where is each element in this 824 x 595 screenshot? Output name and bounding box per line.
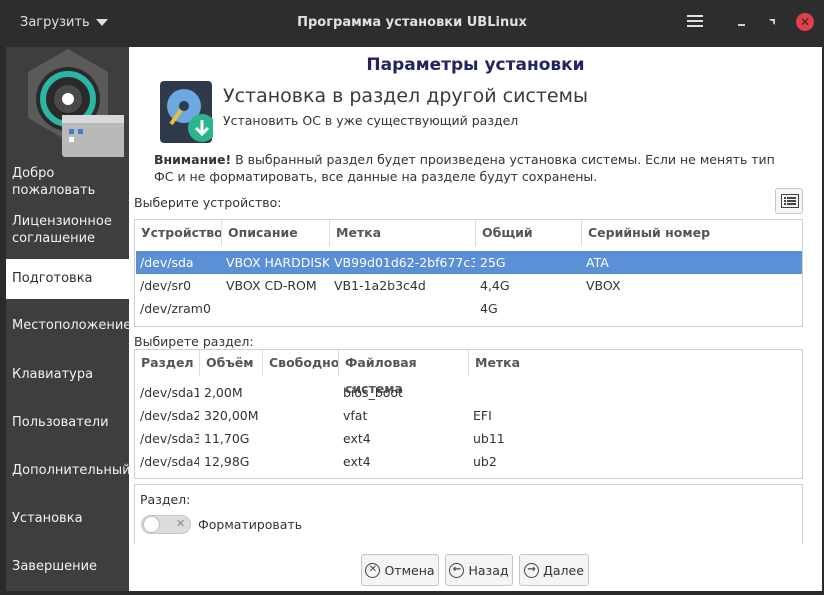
view-toggle-button[interactable]	[775, 188, 803, 214]
table-cell	[221, 297, 329, 320]
close-icon[interactable]: ✕	[796, 13, 814, 31]
table-cell: /dev/sr0	[140, 278, 192, 293]
toggle-off-icon: ✕	[176, 517, 186, 530]
table-cell: bios_boot	[343, 385, 403, 400]
column-header[interactable]: Устройство	[135, 220, 223, 246]
table-cell: 4,4G	[480, 278, 510, 293]
sidebar-item-preparation[interactable]: Подготовка	[6, 259, 129, 299]
column-header[interactable]: Свободно	[262, 350, 339, 376]
partition-label: Выбирете раздел:	[134, 334, 254, 349]
partition-options: Раздел: ✕ Форматировать	[134, 484, 803, 544]
table-cell	[581, 297, 731, 320]
warning-text: Внимание! В выбранный раздел будет произ…	[154, 151, 794, 185]
sidebar-item-additional[interactable]: Дополнительный	[6, 462, 131, 479]
column-header[interactable]: Раздел	[135, 350, 199, 376]
back-label: Назад	[468, 562, 509, 578]
table-cell: 2,00M	[204, 385, 243, 400]
maximize-icon[interactable]	[762, 12, 784, 34]
cancel-label: Отмена	[384, 562, 435, 578]
table-cell: /dev/zram0	[140, 301, 211, 316]
table-cell: 25G	[480, 255, 506, 270]
back-button[interactable]: ← Назад	[445, 554, 513, 586]
format-toggle[interactable]: ✕	[141, 515, 191, 534]
next-label: Далее	[543, 562, 584, 578]
table-cell: /dev/sda3	[140, 431, 199, 446]
title-bar: Загрузить Программа установки UBLinux ✕	[0, 0, 824, 47]
sidebar-item-welcome[interactable]: Добро пожаловать	[6, 165, 129, 199]
table-cell	[262, 450, 338, 473]
table-cell: VBOX HARDDISK	[226, 255, 329, 270]
partition-table: Раздел Объём Свободно Файловая система М…	[134, 349, 803, 479]
table-cell: ub11	[473, 431, 505, 446]
subheading: Установить ОС в уже существующий раздел	[223, 113, 519, 128]
table-cell: vfat	[343, 408, 368, 423]
table-cell: ATA	[586, 255, 609, 270]
column-header[interactable]: Общий размер	[475, 220, 581, 266]
device-label: Выберите устройство:	[134, 195, 282, 210]
table-cell: VBOX	[586, 278, 621, 293]
table-cell: ub2	[473, 454, 497, 469]
warning-body: В выбранный раздел будет произведена уст…	[154, 152, 775, 184]
arrow-left-icon: ←	[449, 562, 465, 578]
table-cell: /dev/sda2	[140, 408, 199, 423]
page-title: Параметры установки	[366, 55, 585, 75]
table-cell: 4G	[480, 301, 498, 316]
sidebar-item-installation[interactable]: Установка	[6, 510, 129, 527]
arrow-right-icon: →	[524, 562, 540, 578]
table-cell: ext4	[343, 454, 371, 469]
table-cell: 320,00M	[204, 408, 259, 423]
main-panel: Параметры установки Установка в раздел д…	[129, 47, 822, 591]
cancel-button[interactable]: ✕ Отмена	[361, 554, 439, 586]
list-view-icon	[781, 194, 799, 208]
sidebar-item-location[interactable]: Местоположение	[6, 317, 131, 334]
column-header[interactable]: Метка	[468, 350, 548, 376]
sidebar-item-users[interactable]: Пользователи	[6, 414, 129, 431]
table-cell	[262, 404, 338, 427]
hamburger-menu-icon[interactable]	[684, 12, 706, 34]
device-table: Устройство Описание Метка Общий размер С…	[134, 219, 803, 327]
cancel-icon: ✕	[365, 562, 381, 578]
column-header[interactable]: Метка	[329, 220, 475, 246]
format-label: Форматировать	[198, 517, 303, 532]
column-header[interactable]: Файловая система	[338, 350, 468, 396]
table-cell: ext4	[343, 431, 371, 446]
sidebar-item-finish[interactable]: Завершение	[6, 558, 129, 575]
toggle-knob	[143, 516, 160, 533]
table-cell: /dev/sda	[140, 255, 194, 270]
options-title: Раздел:	[140, 492, 191, 507]
table-cell: VB1-1a2b3c4d	[334, 278, 426, 293]
table-cell: 11,70G	[204, 431, 250, 446]
sidebar: Добро пожаловать Лицензионное соглашение…	[6, 47, 131, 591]
warning-bold: Внимание!	[154, 152, 232, 167]
minimize-icon[interactable]	[732, 12, 754, 34]
table-cell: /dev/sda1	[140, 385, 199, 400]
table-cell	[262, 427, 338, 450]
ublinux-logo	[28, 49, 124, 157]
table-cell: EFI	[473, 408, 492, 423]
table-cell	[329, 297, 475, 320]
hard-drive-install-icon	[160, 81, 213, 143]
table-cell: VBOX CD-ROM	[226, 278, 317, 293]
column-header[interactable]: Описание	[221, 220, 329, 246]
table-cell	[262, 381, 338, 404]
next-button[interactable]: → Далее	[519, 554, 589, 586]
table-cell: 12,98G	[204, 454, 250, 469]
column-header[interactable]: Объём	[199, 350, 262, 376]
table-cell: VB99d01d62-2bf677c3	[334, 255, 475, 270]
column-header[interactable]: Серийный номер	[581, 220, 731, 246]
table-cell: /dev/sda4	[140, 454, 199, 469]
sidebar-item-keyboard[interactable]: Клавиатура	[6, 366, 129, 383]
table-cell	[468, 381, 548, 404]
sidebar-item-license[interactable]: Лицензионное соглашение	[6, 213, 129, 247]
heading: Установка в раздел другой системы	[223, 85, 588, 107]
